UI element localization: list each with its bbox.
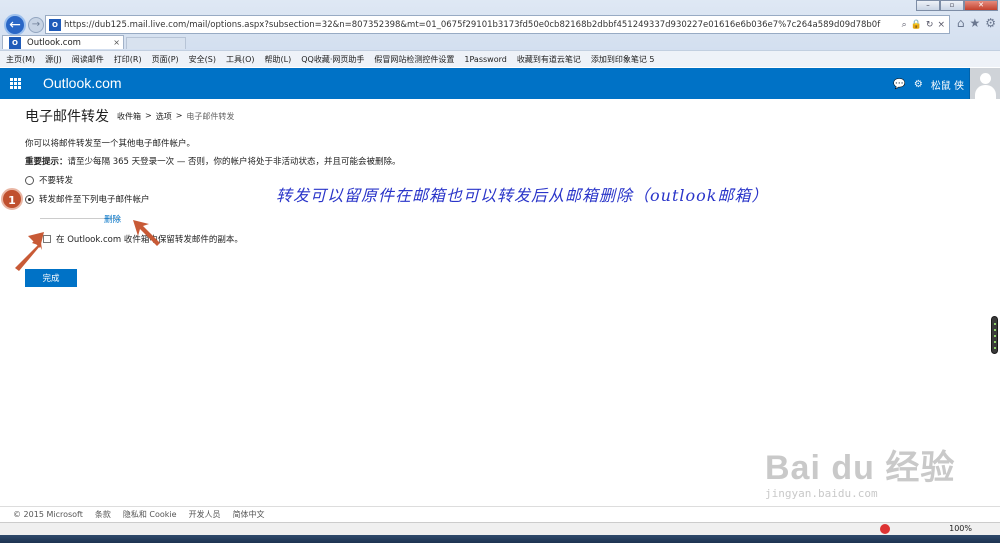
zoom-level[interactable]: 100% bbox=[949, 524, 972, 533]
taskbar bbox=[0, 535, 1000, 543]
annotation-note: 转发可以留原件在邮箱也可以转发后从邮箱删除（outlook邮箱） bbox=[276, 186, 769, 205]
footer-language[interactable]: 简体中文 bbox=[233, 509, 265, 520]
arrow-icon bbox=[133, 220, 160, 246]
arrow-icon bbox=[15, 232, 44, 271]
scrollbar-handle[interactable] bbox=[991, 316, 998, 354]
watermark-logo: Bai du 经验 bbox=[765, 449, 956, 487]
browser-status-bar: 100% bbox=[0, 522, 1000, 535]
footer-terms[interactable]: 条款 bbox=[95, 509, 111, 520]
footer-copyright: © 2015 Microsoft bbox=[13, 510, 83, 519]
footer-developers[interactable]: 开发人员 bbox=[189, 509, 221, 520]
footer-privacy[interactable]: 隐私和 Cookie bbox=[123, 509, 177, 520]
status-indicator-icon[interactable] bbox=[880, 524, 890, 534]
page-footer: © 2015 Microsoft 条款 隐私和 Cookie 开发人员 简体中文 bbox=[0, 506, 1000, 522]
watermark: Bai du 经验 jingyan.baidu.com bbox=[765, 440, 955, 500]
